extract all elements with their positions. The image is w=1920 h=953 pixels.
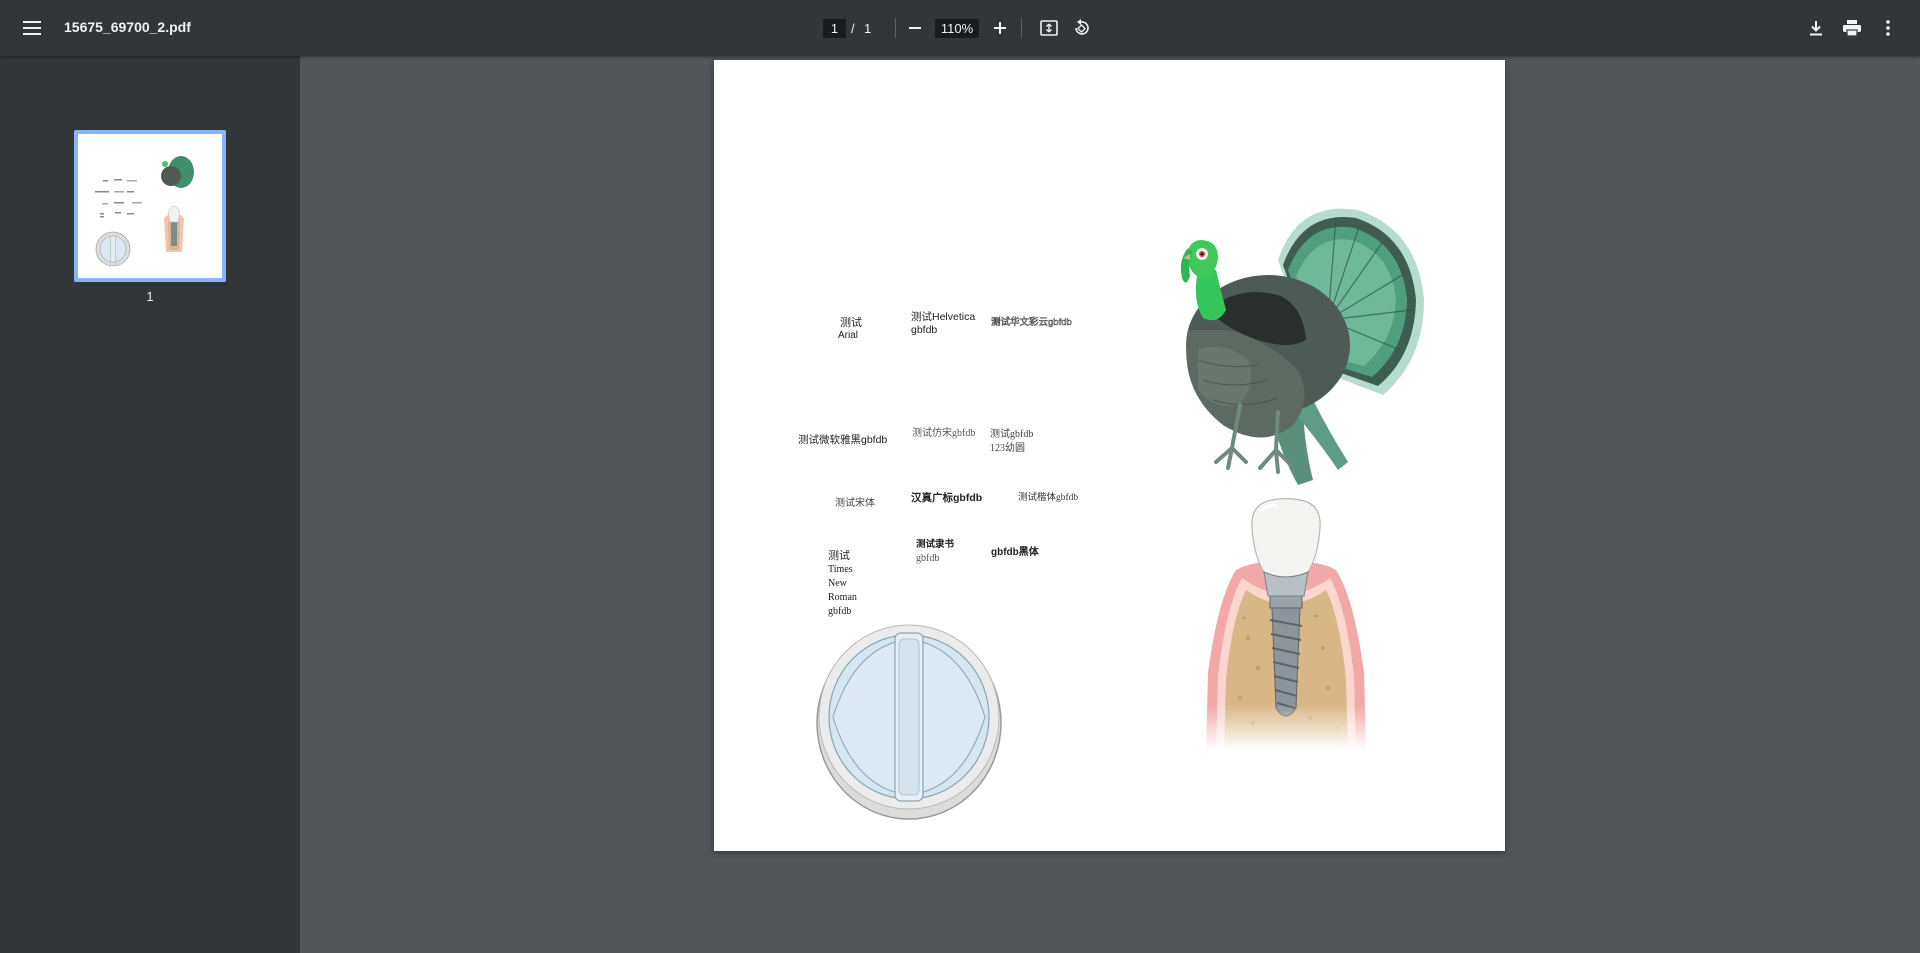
text-youyuan-1: 测试gbfdb bbox=[990, 429, 1034, 440]
text-tnr-3: New bbox=[828, 578, 847, 589]
thumbnail-sidebar: 1 bbox=[0, 56, 300, 953]
more-vert-icon[interactable] bbox=[1872, 12, 1904, 44]
text-fangsong: 测试仿宋gbfdb bbox=[912, 428, 976, 439]
toolbar: 15675_69700_2.pdf 1 / 1 110% bbox=[0, 0, 1920, 56]
thumbnail-page-label: 1 bbox=[146, 289, 154, 304]
toolbar-divider bbox=[895, 18, 896, 38]
text-helvetica-1: 测试Helvetica bbox=[911, 311, 976, 323]
fit-page-icon[interactable] bbox=[1033, 12, 1065, 44]
text-kaiti: 测试楷体gbfdb bbox=[1018, 493, 1079, 503]
toolbar-divider bbox=[1021, 18, 1022, 38]
text-arial-2: Arial bbox=[838, 330, 859, 341]
text-tnr-1: 测试 bbox=[828, 550, 850, 562]
zoom-out-icon[interactable] bbox=[899, 12, 931, 44]
zoom-in-icon[interactable] bbox=[984, 12, 1016, 44]
dental-implant-illustration bbox=[1198, 498, 1374, 750]
text-tnr-5: gbfdb bbox=[828, 606, 852, 617]
text-arial-1: 测试 bbox=[840, 317, 862, 329]
page-thumbnail[interactable] bbox=[74, 130, 226, 282]
text-yahei: 测试微软雅黑gbfdb bbox=[798, 434, 888, 446]
text-lishu-2: gbfdb bbox=[916, 553, 940, 564]
text-tnr-2: Times bbox=[828, 564, 853, 575]
zoom-input[interactable]: 110% bbox=[935, 19, 979, 38]
pdf-page: 测试 Arial 测试Helvetica gbfdb 测试华文彩云gbfdb 测… bbox=[714, 60, 1505, 851]
text-helvetica-2: gbfdb bbox=[911, 324, 938, 336]
round-window-illustration bbox=[816, 624, 1002, 820]
text-tnr-4: Roman bbox=[828, 592, 857, 603]
document-title: 15675_69700_2.pdf bbox=[64, 19, 191, 35]
print-icon[interactable] bbox=[1836, 12, 1868, 44]
text-lishu-1: 测试隶书 bbox=[916, 540, 955, 550]
rotate-icon[interactable] bbox=[1065, 12, 1097, 44]
text-heiti: gbfdb黑体 bbox=[991, 547, 1039, 558]
page-total: 1 bbox=[864, 21, 872, 36]
page-separator: / bbox=[851, 21, 855, 36]
text-youyuan-2: 123幼圆 bbox=[990, 443, 1025, 454]
page-number-input[interactable]: 1 bbox=[823, 19, 846, 38]
download-icon[interactable] bbox=[1800, 12, 1832, 44]
text-huawen-caiyun: 测试华文彩云gbfdb bbox=[991, 317, 1072, 329]
turkey-illustration bbox=[1180, 208, 1424, 485]
menu-icon[interactable] bbox=[16, 12, 48, 44]
text-hanzhen: 汉真广标gbfdb bbox=[911, 492, 983, 504]
text-songti: 测试宋体 bbox=[835, 498, 875, 509]
